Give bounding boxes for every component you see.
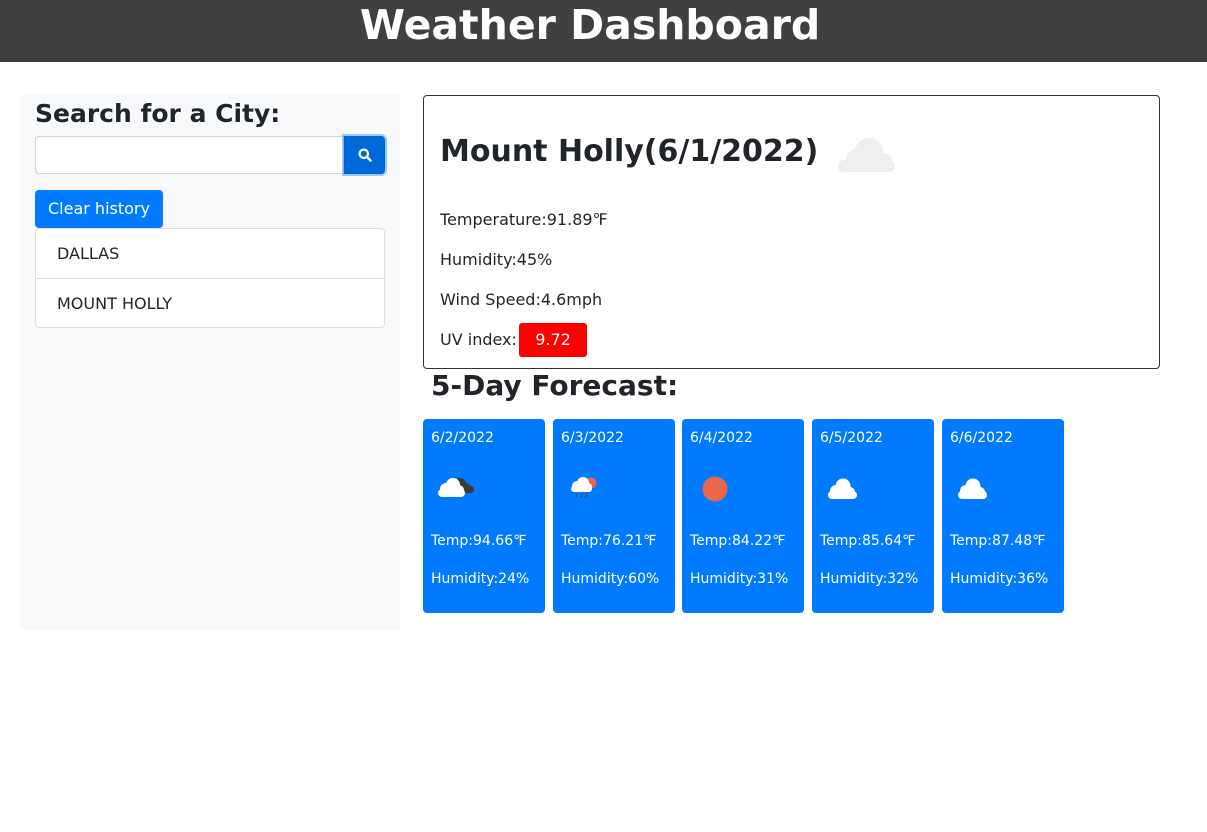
forecast-humidity: Humidity:31% <box>690 571 789 587</box>
forecast-card: 6/6/2022 Temp:87.48℉ Humidity:36% <box>942 419 1064 613</box>
search-history-list: DALLAS MOUNT HOLLY <box>35 228 385 328</box>
forecast-card: 6/4/2022 Temp:84.22℉ Humidity:31% <box>682 419 804 613</box>
forecast-card: 6/3/2022 Temp:76.21℉ Humidity:60% <box>553 419 675 613</box>
forecast-date: 6/4/2022 <box>690 430 753 446</box>
page-header: Weather Dashboard <box>0 0 1207 62</box>
search-icon <box>358 148 372 162</box>
search-heading: Search for a City: <box>35 99 281 128</box>
forecast-title: 5-Day Forecast: <box>431 369 679 402</box>
current-wind-speed: Wind Speed:4.6mph <box>440 290 603 309</box>
rain-sun-cloud-icon <box>571 477 597 498</box>
forecast-humidity: Humidity:36% <box>950 571 1049 587</box>
cloud-icon <box>838 138 895 172</box>
search-button[interactable] <box>344 136 385 174</box>
forecast-date: 6/6/2022 <box>950 430 1013 446</box>
cloud-dark-cloud-icon <box>438 478 474 497</box>
history-item-dallas[interactable]: DALLAS <box>36 229 384 278</box>
forecast-temp: Temp:84.22℉ <box>690 533 786 549</box>
history-item-mount-holly[interactable]: MOUNT HOLLY <box>36 278 384 327</box>
cloud-icon <box>958 478 987 499</box>
forecast-humidity: Humidity:24% <box>431 571 530 587</box>
uv-index-label: UV index: <box>440 330 517 349</box>
forecast-card: 6/2/2022 Temp:94.66℉ Humidity:24% <box>423 419 545 613</box>
current-humidity: Humidity:45% <box>440 250 553 269</box>
forecast-date: 6/3/2022 <box>561 430 624 446</box>
forecast-temp: Temp:76.21℉ <box>561 533 657 549</box>
forecast-date: 6/2/2022 <box>431 430 494 446</box>
page-title: Weather Dashboard <box>359 1 821 49</box>
forecast-humidity: Humidity:60% <box>561 571 660 587</box>
search-sidebar: Search for a City: Clear history DALLAS … <box>20 95 400 630</box>
forecast-date: 6/5/2022 <box>820 430 883 446</box>
forecast-card: 6/5/2022 Temp:85.64℉ Humidity:32% <box>812 419 934 613</box>
uv-index-badge: 9.72 <box>519 323 587 357</box>
forecast-temp: Temp:94.66℉ <box>431 533 527 549</box>
cloud-icon <box>828 478 857 499</box>
current-city-title: Mount Holly(6/1/2022) <box>440 134 819 169</box>
forecast-humidity: Humidity:32% <box>820 571 919 587</box>
clear-history-button[interactable]: Clear history <box>35 190 163 228</box>
current-temperature: Temperature:91.89℉ <box>440 210 608 229</box>
current-weather-card: Mount Holly(6/1/2022) Temperature:91.89℉… <box>423 95 1160 369</box>
sun-icon <box>702 476 728 502</box>
forecast-temp: Temp:87.48℉ <box>950 533 1046 549</box>
forecast-temp: Temp:85.64℉ <box>820 533 916 549</box>
city-search-input[interactable] <box>35 136 344 174</box>
